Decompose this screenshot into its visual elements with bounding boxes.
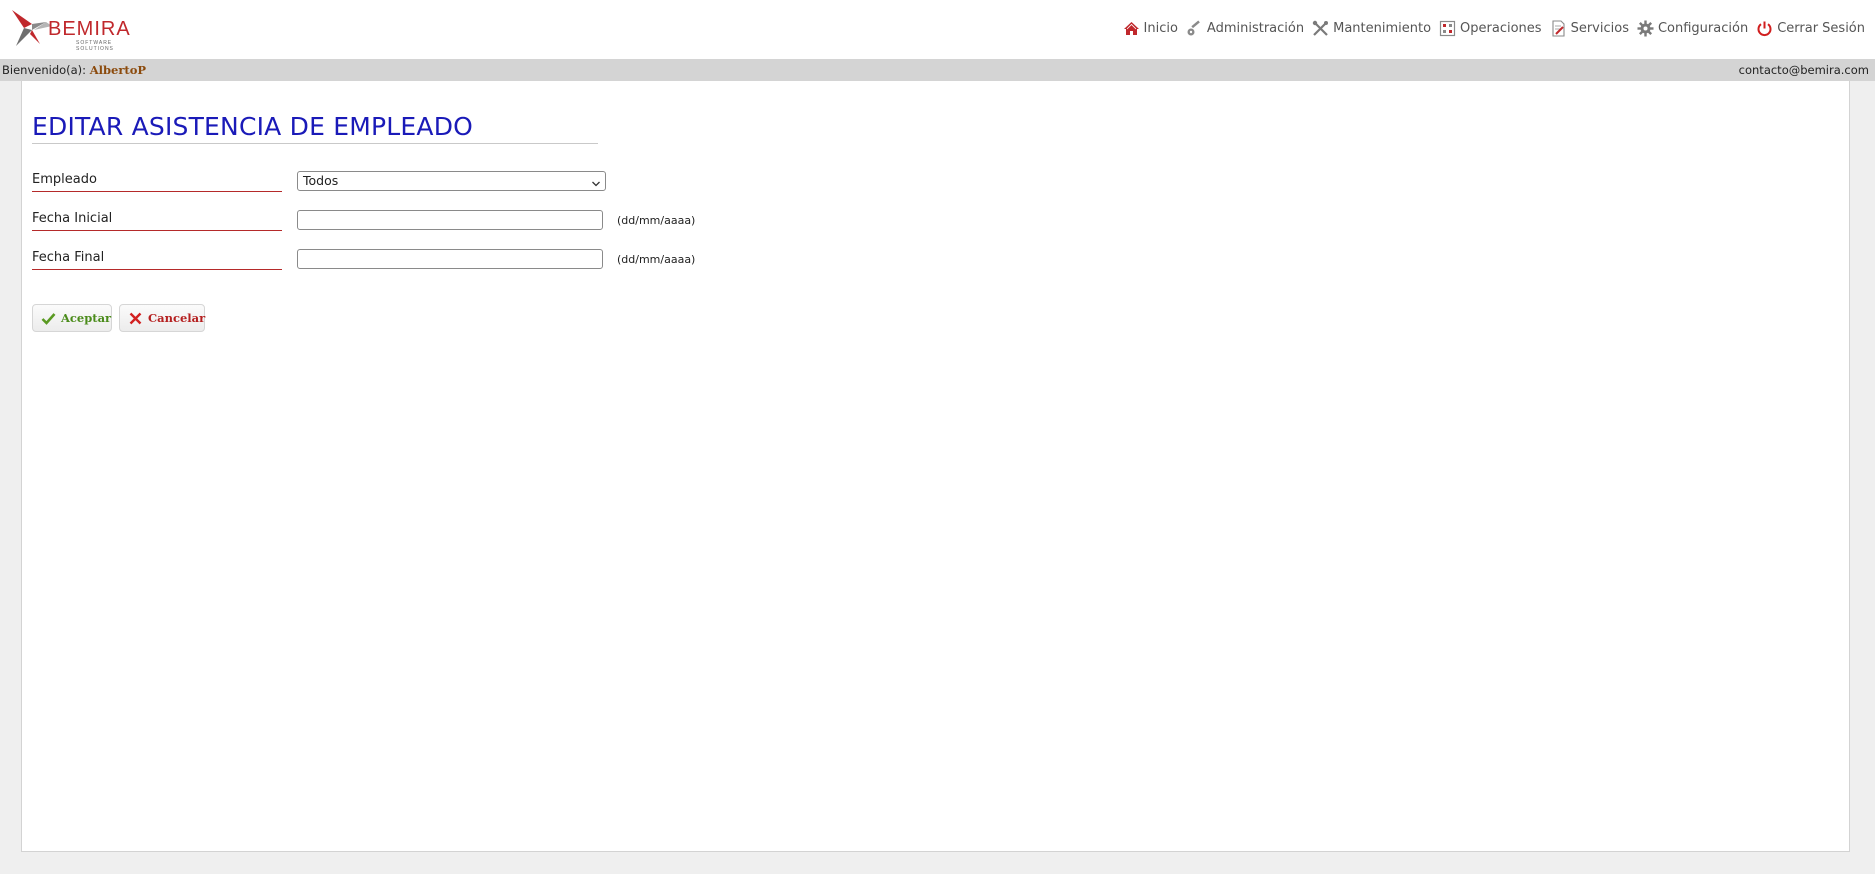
nav-label-operaciones: Operaciones	[1460, 20, 1542, 36]
nav-label-servicios: Servicios	[1570, 20, 1629, 36]
close-icon	[128, 311, 143, 326]
nav-label-administracion: Administración	[1206, 20, 1305, 36]
fecha-inicial-input[interactable]	[297, 210, 603, 230]
contact-email: contacto@bemira.com	[1738, 63, 1869, 77]
fecha-inicial-label: Fecha Inicial	[32, 210, 282, 231]
nav-item-cerrar-sesion[interactable]: Cerrar Sesión	[1756, 20, 1865, 37]
nav-label-configuracion: Configuración	[1657, 20, 1749, 36]
page-title: EDITAR ASISTENCIA DE EMPLEADO	[32, 111, 598, 144]
empleado-select-value: Todos	[303, 173, 339, 188]
bemira-logo[interactable]: BEMIRA SOFTWARE SOLUTIONS	[10, 8, 138, 52]
check-icon	[41, 311, 56, 326]
fecha-inicial-hint: (dd/mm/aaaa)	[617, 214, 696, 227]
user-bar: Bienvenido(a): AlbertoP contacto@bemira.…	[0, 59, 1875, 81]
key-icon	[1186, 19, 1203, 37]
nav-item-configuracion[interactable]: Configuración	[1637, 20, 1748, 37]
nav-item-mantenimiento[interactable]: Mantenimiento	[1312, 20, 1431, 37]
header: BEMIRA SOFTWARE SOLUTIONS Inicio Adminis…	[0, 0, 1875, 59]
accept-button[interactable]: Aceptar	[32, 304, 112, 332]
main-panel: EDITAR ASISTENCIA DE EMPLEADO Empleado T…	[21, 81, 1850, 852]
fecha-final-hint: (dd/mm/aaaa)	[617, 253, 696, 266]
welcome-message: Bienvenido(a): AlbertoP	[2, 63, 146, 77]
grid-icon	[1439, 20, 1456, 37]
nav-item-servicios[interactable]: Servicios	[1550, 19, 1629, 37]
cancel-button-label: Cancelar	[148, 311, 206, 325]
accept-button-label: Aceptar	[61, 311, 112, 325]
brand-name: BEMIRA	[48, 18, 131, 40]
empleado-select[interactable]: Todos	[297, 171, 606, 191]
gear-icon	[1637, 20, 1654, 37]
document-edit-icon	[1550, 19, 1567, 37]
username: AlbertoP	[89, 63, 147, 77]
main-nav: Inicio Administración Mantenimiento Oper…	[1115, 18, 1865, 38]
cancel-button[interactable]: Cancelar	[119, 304, 205, 332]
fecha-final-input[interactable]	[297, 249, 603, 269]
tools-icon	[1312, 20, 1329, 37]
nav-item-operaciones[interactable]: Operaciones	[1439, 20, 1542, 37]
empleado-label: Empleado	[32, 171, 282, 192]
nav-label-cerrar-sesion: Cerrar Sesión	[1777, 20, 1865, 36]
nav-label-inicio: Inicio	[1143, 20, 1178, 36]
fecha-final-label: Fecha Final	[32, 249, 282, 270]
nav-item-inicio[interactable]: Inicio	[1123, 20, 1178, 37]
chevron-down-icon	[591, 176, 601, 187]
brand-tagline: SOFTWARE SOLUTIONS	[76, 40, 114, 52]
welcome-label: Bienvenido(a):	[2, 63, 87, 77]
power-icon	[1756, 20, 1773, 37]
nav-label-mantenimiento: Mantenimiento	[1333, 20, 1432, 36]
home-icon	[1123, 20, 1140, 37]
nav-item-administracion[interactable]: Administración	[1186, 19, 1305, 37]
